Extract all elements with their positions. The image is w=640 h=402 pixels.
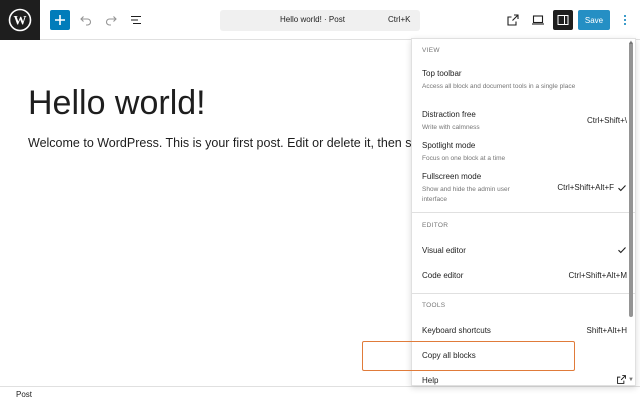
breadcrumb-post[interactable]: Post	[16, 390, 32, 399]
menu-item-spotlight-mode[interactable]: Spotlight mode Focus on one block at a t…	[412, 141, 627, 163]
undo-icon	[80, 16, 91, 26]
menu-item-description: Access all block and document tools in a…	[422, 83, 576, 90]
options-button[interactable]	[619, 10, 631, 30]
copy-all-blocks-highlight	[362, 341, 575, 371]
menu-item-label: Distraction free	[422, 110, 476, 119]
add-block-button[interactable]	[50, 10, 70, 30]
post-title[interactable]: Hello world!	[28, 84, 206, 123]
options-menu: VIEW Top toolbar Access all block and do…	[411, 38, 636, 386]
menu-item-description: Write with calmness	[422, 124, 480, 131]
document-overview-button[interactable]	[126, 10, 146, 30]
menu-item-label: Top toolbar	[422, 69, 462, 78]
editor-section-heading: EDITOR	[422, 222, 449, 229]
tools-section-heading: TOOLS	[422, 302, 446, 309]
list-view-icon	[131, 15, 141, 25]
menu-separator	[412, 293, 635, 294]
menu-item-shortcut: Shift+Alt+H	[586, 326, 627, 335]
sidebar-toggle-icon	[557, 15, 569, 25]
post-paragraph[interactable]: Welcome to WordPress. This is your first…	[28, 136, 412, 150]
menu-item-label: Keyboard shortcuts	[422, 326, 491, 335]
menu-item-label: Spotlight mode	[422, 141, 476, 150]
menu-item-help[interactable]: Help	[412, 375, 627, 385]
settings-sidebar-toggle[interactable]	[553, 10, 573, 30]
external-link-icon	[507, 14, 519, 26]
menu-item-description: Show and hide the admin user interface	[422, 186, 510, 203]
scroll-up-icon[interactable]: ▲	[628, 40, 634, 46]
view-section-heading: VIEW	[422, 47, 440, 54]
command-shortcut: Ctrl+K	[388, 15, 411, 24]
command-palette-bar[interactable]: Hello world! · Post Ctrl+K	[220, 10, 420, 31]
external-link-icon	[617, 375, 626, 384]
undo-button[interactable]	[76, 10, 96, 30]
menu-separator	[412, 212, 635, 213]
checkmark-icon	[618, 247, 626, 254]
editor-toolbar: W Hello world! · Post Ctrl+K Save	[0, 0, 640, 40]
save-button[interactable]: Save	[578, 10, 610, 30]
menu-item-fullscreen-mode[interactable]: Fullscreen mode Show and hide the admin …	[412, 172, 627, 204]
menu-item-description: Focus on one block at a time	[422, 155, 506, 162]
menu-item-shortcut: Ctrl+Shift+Alt+F	[557, 183, 614, 192]
menu-scrollbar[interactable]	[628, 42, 633, 382]
menu-item-label: Fullscreen mode	[422, 172, 482, 181]
menu-item-keyboard-shortcuts[interactable]: Keyboard shortcuts Shift+Alt+H	[412, 326, 627, 338]
menu-item-shortcut: Ctrl+Shift+Alt+M	[568, 271, 627, 280]
menu-item-shortcut: Ctrl+Shift+\	[586, 116, 627, 125]
desktop-icon	[532, 15, 544, 25]
preview-button[interactable]	[528, 10, 548, 30]
redo-button[interactable]	[101, 10, 121, 30]
menu-item-label: Code editor	[422, 271, 464, 280]
scroll-down-icon[interactable]: ▼	[628, 377, 634, 383]
menu-item-top-toolbar[interactable]: Top toolbar Access all block and documen…	[412, 69, 627, 99]
menu-item-label: Help	[422, 376, 439, 385]
checkmark-icon	[618, 185, 626, 192]
menu-item-label: Visual editor	[422, 246, 466, 255]
wordpress-logo-button[interactable]: W	[0, 0, 40, 40]
view-post-button[interactable]	[503, 10, 523, 30]
plus-icon	[55, 15, 65, 25]
menu-item-distraction-free[interactable]: Distraction free Write with calmness Ctr…	[412, 110, 627, 132]
editor-footer: Post	[0, 386, 640, 402]
more-vertical-icon	[624, 15, 626, 25]
menu-item-code-editor[interactable]: Code editor Ctrl+Shift+Alt+M	[412, 271, 627, 283]
svg-text:W: W	[14, 13, 27, 28]
redo-icon	[106, 16, 117, 26]
document-title: Hello world! · Post	[280, 15, 345, 24]
menu-item-visual-editor[interactable]: Visual editor	[412, 246, 627, 258]
scrollbar-thumb[interactable]	[629, 42, 633, 317]
wordpress-icon: W	[8, 8, 32, 32]
